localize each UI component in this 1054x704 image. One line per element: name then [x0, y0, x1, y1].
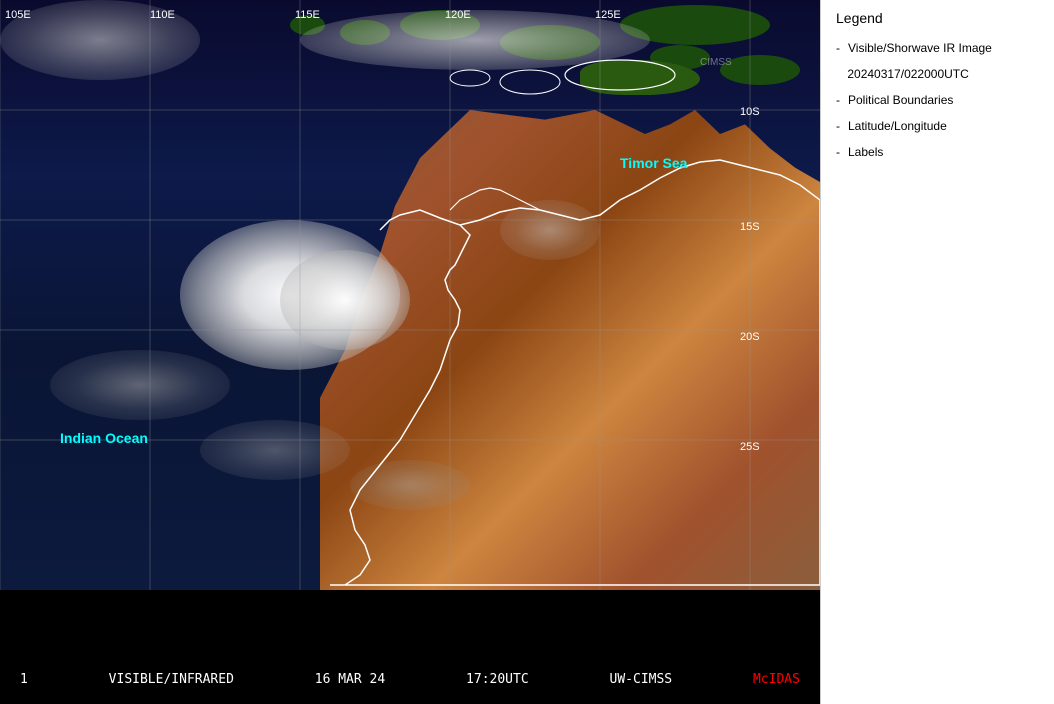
- legend-item-3: - Latitude/Longitude: [836, 119, 1039, 133]
- legend-dash-0: -: [836, 41, 840, 55]
- legend-item-2: - Political Boundaries: [836, 93, 1039, 107]
- cloud-secondary: [280, 250, 410, 350]
- legend-item-timestamp: 20240317/022000UTC: [836, 67, 1039, 81]
- legend-dash-4: -: [836, 145, 840, 159]
- legend-dash-3: -: [836, 119, 840, 133]
- time-label: 17:20UTC: [466, 672, 529, 687]
- island-7: [720, 55, 800, 85]
- legend-label-0: Visible/Shorwave IR Image: [848, 41, 992, 55]
- cloud-north: [300, 10, 650, 70]
- date-label: 16 MAR 24: [315, 672, 385, 687]
- island-timor: [580, 60, 700, 95]
- legend-item-4: - Labels: [836, 145, 1039, 159]
- cloud-top-left: [0, 0, 200, 80]
- mcidas-label: McIDAS: [753, 672, 800, 687]
- cloud-scattered-2: [200, 420, 350, 480]
- indian-ocean-label: Indian Ocean: [60, 430, 148, 446]
- map-area: 105E 110E 115E 120E 125E 10S 15S 20S 25S…: [0, 0, 820, 704]
- station-label: UW-CIMSS: [610, 672, 673, 687]
- main-container: 105E 110E 115E 120E 125E 10S 15S 20S 25S…: [0, 0, 1054, 704]
- legend-label-2: Political Boundaries: [848, 93, 953, 107]
- legend-dash-timestamp: [836, 67, 839, 81]
- legend-panel: Legend - Visible/Shorwave IR Image 20240…: [820, 0, 1054, 704]
- status-bar: 1 VISIBLE/INFRARED 16 MAR 24 17:20UTC UW…: [0, 654, 820, 704]
- legend-title: Legend: [836, 10, 1039, 26]
- frame-number: 1: [20, 672, 28, 687]
- cloud-ne-1: [500, 200, 600, 260]
- image-type-label: VISIBLE/INFRARED: [109, 672, 234, 687]
- cloud-scattered-3: [350, 460, 470, 510]
- legend-item-0: - Visible/Shorwave IR Image: [836, 41, 1039, 55]
- legend-label-4: Labels: [848, 145, 883, 159]
- legend-label-3: Latitude/Longitude: [848, 119, 947, 133]
- australia-land: [320, 110, 820, 590]
- satellite-image: 105E 110E 115E 120E 125E 10S 15S 20S 25S…: [0, 0, 820, 590]
- cloud-scattered-1: [50, 350, 230, 420]
- svg-text:10S: 10S: [740, 106, 760, 118]
- legend-dash-2: -: [836, 93, 840, 107]
- legend-label-timestamp: 20240317/022000UTC: [847, 67, 968, 81]
